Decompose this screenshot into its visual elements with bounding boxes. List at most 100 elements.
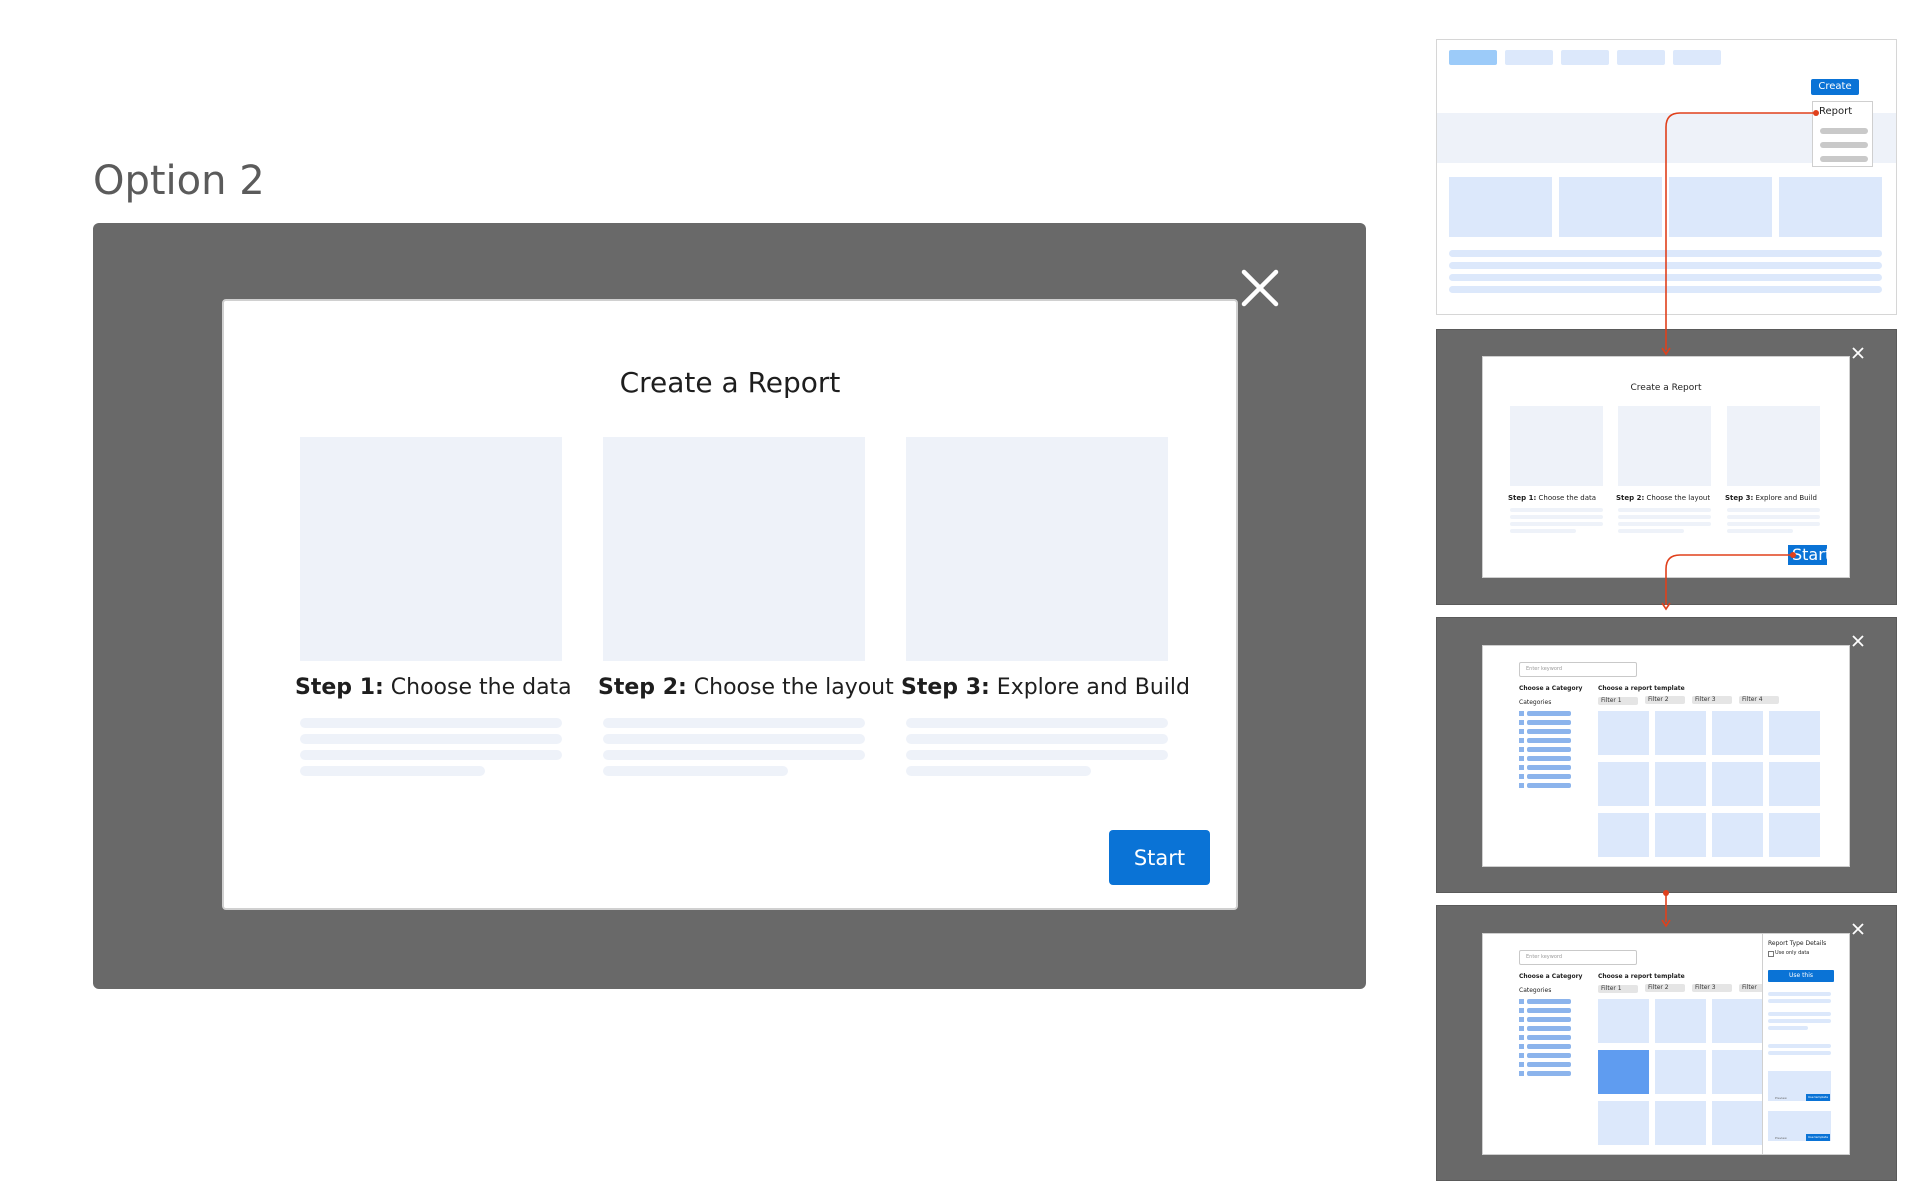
thumb-menu-line bbox=[1820, 156, 1868, 162]
thumb-category-checkbox[interactable] bbox=[1519, 711, 1524, 716]
thumb-template-card[interactable] bbox=[1769, 813, 1820, 857]
thumb-template-card[interactable] bbox=[1598, 999, 1649, 1043]
thumb-filter-chip[interactable]: Filter 3 bbox=[1692, 984, 1732, 992]
thumb-filter-chip[interactable]: Filter 1 bbox=[1598, 697, 1638, 705]
thumb-template-heading: Choose a report template bbox=[1598, 973, 1685, 980]
thumb-template-card[interactable] bbox=[1598, 1050, 1649, 1094]
thumb-filter-chip[interactable]: Filter bbox=[1739, 984, 1764, 992]
thumb-category-item[interactable] bbox=[1527, 783, 1571, 788]
thumb-filter-chip[interactable]: Filter 3 bbox=[1692, 696, 1732, 704]
thumb-template-card[interactable] bbox=[1769, 762, 1820, 806]
thumb-template-card[interactable] bbox=[1655, 762, 1706, 806]
thumb-menu-item-report[interactable]: Report bbox=[1819, 106, 1852, 117]
thumb-category-item[interactable] bbox=[1527, 1026, 1571, 1031]
thumb-category-checkbox[interactable] bbox=[1519, 1053, 1524, 1058]
thumb-category-checkbox[interactable] bbox=[1519, 999, 1524, 1004]
thumb-template-card[interactable] bbox=[1712, 1101, 1763, 1145]
thumb-panel-line bbox=[1768, 1051, 1831, 1055]
thumb-category-item[interactable] bbox=[1527, 720, 1571, 725]
thumb-menu-line bbox=[1820, 142, 1868, 148]
thumb-category-checkbox[interactable] bbox=[1519, 783, 1524, 788]
thumb-row-line bbox=[1449, 250, 1882, 257]
thumb-template-card[interactable] bbox=[1655, 813, 1706, 857]
thumb-template-card[interactable] bbox=[1712, 762, 1763, 806]
thumb-category-checkbox[interactable] bbox=[1519, 729, 1524, 734]
thumb-create-button[interactable]: Create bbox=[1811, 79, 1859, 95]
thumb-category-item[interactable] bbox=[1527, 738, 1571, 743]
thumb-template-card[interactable] bbox=[1598, 1101, 1649, 1145]
thumb-template-card[interactable] bbox=[1769, 711, 1820, 755]
thumb-template-card[interactable] bbox=[1712, 999, 1763, 1043]
thumb-text-line bbox=[1510, 515, 1603, 519]
thumb-category-item[interactable] bbox=[1527, 1035, 1571, 1040]
thumb-template-card[interactable] bbox=[1655, 1101, 1706, 1145]
thumb-template-card[interactable] bbox=[1598, 813, 1649, 857]
thumb-category-item[interactable] bbox=[1527, 1044, 1571, 1049]
thumb-text-line bbox=[1618, 522, 1711, 526]
thumb-filter-chip[interactable]: Filter 1 bbox=[1598, 985, 1638, 993]
thumb-category-item[interactable] bbox=[1527, 999, 1571, 1004]
thumb-category-item[interactable] bbox=[1527, 729, 1571, 734]
step-2-caption: Step 2: Choose the layout bbox=[598, 675, 894, 700]
thumb-category-checkbox[interactable] bbox=[1519, 1035, 1524, 1040]
thumb-category-checkbox[interactable] bbox=[1519, 774, 1524, 779]
thumb-template-card[interactable] bbox=[1598, 762, 1649, 806]
thumb-close-icon[interactable] bbox=[1851, 345, 1865, 359]
thumb-card bbox=[1779, 177, 1882, 237]
thumb-category-checkbox[interactable] bbox=[1519, 747, 1524, 752]
thumb-category-item[interactable] bbox=[1527, 711, 1571, 716]
thumb-mini-use-button[interactable]: Use template bbox=[1806, 1134, 1830, 1141]
thumb-template-card[interactable] bbox=[1712, 813, 1763, 857]
thumb-step-image bbox=[1727, 406, 1820, 486]
thumb-template-card[interactable] bbox=[1598, 711, 1649, 755]
thumb-close-icon[interactable] bbox=[1851, 633, 1865, 647]
thumb-category-item[interactable] bbox=[1527, 774, 1571, 779]
thumb-template-card[interactable] bbox=[1712, 711, 1763, 755]
thumb-mini-use-button[interactable]: Use template bbox=[1806, 1094, 1830, 1101]
thumb-panel-title: Report Type Details bbox=[1768, 940, 1827, 947]
thumb-category-checkbox[interactable] bbox=[1519, 756, 1524, 761]
thumb-category-heading: Choose a Category bbox=[1519, 685, 1583, 692]
thumb-category-item[interactable] bbox=[1527, 1062, 1571, 1067]
thumb-filter-chip[interactable]: Filter 4 bbox=[1739, 696, 1779, 704]
thumb-category-checkbox[interactable] bbox=[1519, 1071, 1524, 1076]
thumb-mini-preview: Preview bbox=[1775, 1096, 1787, 1100]
thumb-template-heading: Choose a report template bbox=[1598, 685, 1685, 692]
thumb-use-this-button[interactable]: Use this bbox=[1768, 970, 1834, 982]
close-icon[interactable] bbox=[1238, 266, 1282, 310]
thumb-category-item[interactable] bbox=[1527, 1071, 1571, 1076]
thumb-step-2-caption: Step 2: Choose the layout bbox=[1616, 494, 1711, 502]
thumb-filter-chip[interactable]: Filter 2 bbox=[1645, 984, 1685, 992]
thumb-template-card[interactable] bbox=[1655, 999, 1706, 1043]
thumb-start-button[interactable]: Start bbox=[1788, 545, 1827, 565]
thumb-panel-checkbox[interactable] bbox=[1768, 951, 1774, 957]
thumb-mini-preview: Preview bbox=[1775, 1136, 1787, 1140]
thumb-category-checkbox[interactable] bbox=[1519, 1062, 1524, 1067]
thumb-category-item[interactable] bbox=[1527, 1053, 1571, 1058]
thumb-category-checkbox[interactable] bbox=[1519, 765, 1524, 770]
thumb-panel-line bbox=[1768, 992, 1831, 996]
step-card-2: Step 2: Choose the layout bbox=[598, 437, 894, 776]
thumb-card bbox=[1669, 177, 1772, 237]
thumb-template-card[interactable] bbox=[1712, 1050, 1763, 1094]
thumb-category-item[interactable] bbox=[1527, 747, 1571, 752]
start-button[interactable]: Start bbox=[1109, 830, 1210, 885]
thumb-template-card[interactable] bbox=[1655, 711, 1706, 755]
thumb-filter-chip[interactable]: Filter 2 bbox=[1645, 696, 1685, 704]
thumb-category-checkbox[interactable] bbox=[1519, 1044, 1524, 1049]
thumb-category-item[interactable] bbox=[1527, 765, 1571, 770]
thumb-category-checkbox[interactable] bbox=[1519, 1008, 1524, 1013]
thumb-template-card[interactable] bbox=[1655, 1050, 1706, 1094]
thumb-close-icon[interactable] bbox=[1851, 921, 1865, 935]
thumb-modal-title: Create a Report bbox=[1630, 383, 1702, 393]
thumb-category-item[interactable] bbox=[1527, 1008, 1571, 1013]
thumb-category-checkbox[interactable] bbox=[1519, 1017, 1524, 1022]
thumb-menu-line bbox=[1820, 128, 1868, 134]
thumb-category-checkbox[interactable] bbox=[1519, 720, 1524, 725]
thumb-category-item[interactable] bbox=[1527, 756, 1571, 761]
step-3-text-placeholder bbox=[906, 718, 1168, 782]
modal-title: Create a Report bbox=[619, 366, 841, 399]
thumb-category-checkbox[interactable] bbox=[1519, 1026, 1524, 1031]
thumb-category-item[interactable] bbox=[1527, 1017, 1571, 1022]
thumb-category-checkbox[interactable] bbox=[1519, 738, 1524, 743]
